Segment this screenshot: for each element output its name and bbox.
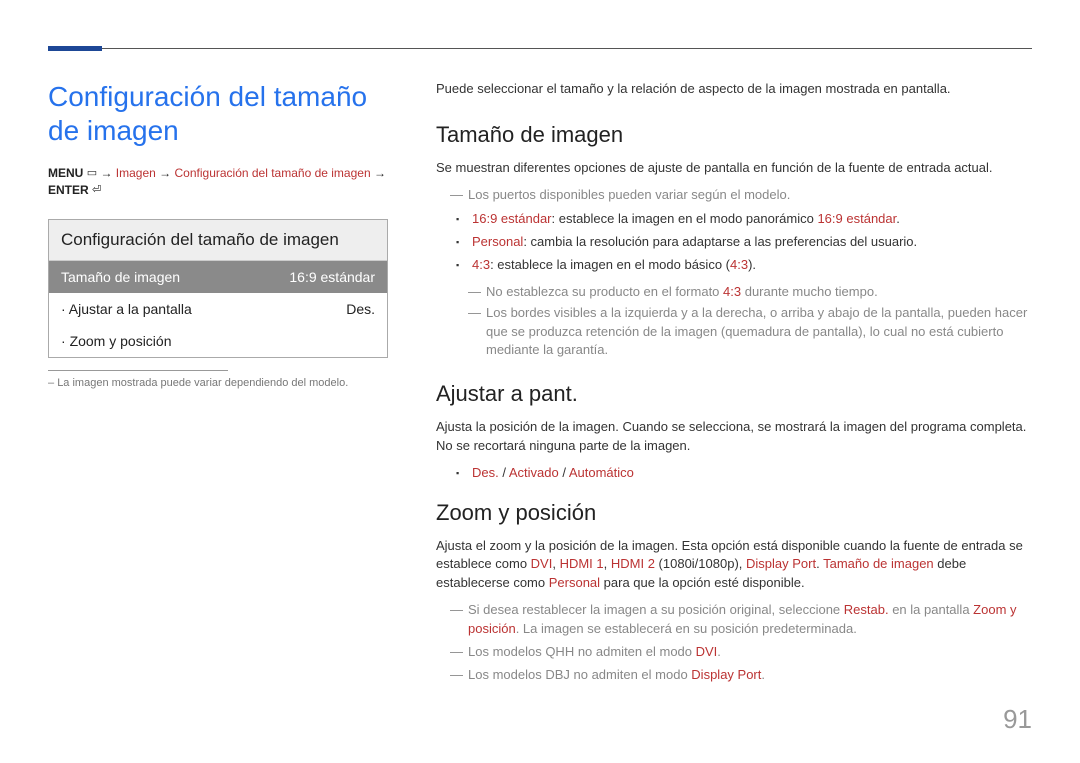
panel-row-tamano[interactable]: Tamaño de imagen 16:9 estándar — [49, 261, 387, 293]
txt: durante mucho tiempo. — [741, 284, 878, 299]
panel-row-zoom[interactable]: Zoom y posición — [49, 325, 387, 357]
kw-dvi: DVI — [531, 556, 553, 571]
kw-des: Des. — [472, 465, 499, 480]
txt: . La imagen se establecerá en su posició… — [516, 621, 857, 636]
panel-row-value: 16:9 estándar — [289, 269, 375, 285]
arrow-icon: → — [159, 166, 174, 180]
panel-row-value: Des. — [346, 301, 375, 317]
txt: en la pantalla — [889, 602, 974, 617]
section3-para: Ajusta el zoom y la posición de la image… — [436, 537, 1032, 594]
txt: : cambia la resolución para adaptarse a … — [523, 234, 917, 249]
kw-automatico: Automático — [569, 465, 634, 480]
heading-ajustar: Ajustar a pant. — [436, 378, 1032, 410]
kw-restab: Restab. — [844, 602, 889, 617]
right-column: Puede seleccionar el tamaño y la relació… — [436, 80, 1032, 689]
osd-panel: Configuración del tamaño de imagen Tamañ… — [48, 219, 388, 358]
section1-subnote2: Los bordes visibles a la izquierda y a l… — [472, 304, 1032, 361]
section3-note1: Si desea restablecer la imagen a su posi… — [454, 601, 1032, 639]
bullet-4-3: 4:3: establece la imagen en el modo bási… — [456, 256, 1032, 275]
top-rule — [48, 48, 1032, 52]
page-title: Conﬁguración del tamaño de imagen — [48, 80, 388, 147]
bullet-personal: Personal: cambia la resolución para adap… — [456, 233, 1032, 252]
footnote-rule — [48, 370, 228, 371]
kw-hdmi2: HDMI 2 — [611, 556, 655, 571]
arrow-icon: → — [100, 166, 115, 180]
breadcrumb: MENU ▭ → Imagen → Configuración del tama… — [48, 165, 388, 199]
arrow-icon: → — [374, 166, 386, 180]
kw-4-3: 4:3 — [472, 257, 490, 272]
kw-4-3b: 4:3 — [730, 257, 748, 272]
txt: (1080i/1080p), — [655, 556, 746, 571]
bc-imagen: Imagen — [116, 166, 156, 180]
kw-16-9: 16:9 estándar — [472, 211, 552, 226]
panel-row-ajustar[interactable]: Ajustar a la pantalla Des. — [49, 293, 387, 325]
kw-hdmi1: HDMI 1 — [560, 556, 604, 571]
txt: Los modelos QHH no admiten el modo — [468, 644, 696, 659]
menu-icon: ▭ — [87, 166, 97, 181]
panel-row-label: Tamaño de imagen — [61, 269, 180, 285]
kw-16-9b: 16:9 estándar — [817, 211, 896, 226]
section3-note2: Los modelos QHH no admiten el modo DVI. — [454, 643, 1032, 662]
txt: No establezca su producto en el formato — [486, 284, 723, 299]
section2-bullets: Des. / Activado / Automático — [456, 464, 1032, 483]
kw-dvi2: DVI — [696, 644, 718, 659]
bc-menu: MENU — [48, 166, 83, 180]
txt: Los modelos DBJ no admiten el modo — [468, 667, 691, 682]
footnote-text: La imagen mostrada puede variar dependie… — [57, 377, 348, 389]
intro-text: Puede seleccionar el tamaño y la relació… — [436, 80, 1032, 99]
section1-subnote1: No establezca su producto en el formato … — [472, 283, 1032, 302]
page-number: 91 — [1003, 704, 1032, 735]
section3-note3: Los modelos DBJ no admiten el modo Displ… — [454, 666, 1032, 685]
section1-bullets: 16:9 estándar: establece la imagen en el… — [456, 210, 1032, 275]
bc-enter: ENTER — [48, 183, 89, 197]
footnote: – La imagen mostrada puede variar depend… — [48, 377, 388, 389]
kw-displayport: Display Port — [746, 556, 816, 571]
panel-title: Configuración del tamaño de imagen — [49, 220, 387, 261]
enter-icon: ⏎ — [92, 183, 101, 198]
heading-zoom: Zoom y posición — [436, 497, 1032, 529]
section1-para: Se muestran diferentes opciones de ajust… — [436, 159, 1032, 178]
txt: Si desea restablecer la imagen a su posi… — [468, 602, 844, 617]
kw-activado: Activado — [509, 465, 559, 480]
section2-para: Ajusta la posición de la imagen. Cuando … — [436, 418, 1032, 456]
kw-personal2: Personal — [549, 575, 600, 590]
page-columns: Conﬁguración del tamaño de imagen MENU ▭… — [48, 80, 1032, 689]
heading-tamano: Tamaño de imagen — [436, 119, 1032, 151]
txt: para que la opción esté disponible. — [600, 575, 805, 590]
txt: : establece la imagen en el modo básico … — [490, 257, 730, 272]
panel-row-label: Ajustar a la pantalla — [61, 301, 192, 317]
kw-displayport2: Display Port — [691, 667, 761, 682]
bc-config: Configuración del tamaño de imagen — [175, 166, 371, 180]
kw-tamano-imagen: Tamaño de imagen — [823, 556, 934, 571]
section1-note1: Los puertos disponibles pueden variar se… — [454, 186, 1032, 205]
bullet-16-9: 16:9 estándar: establece la imagen en el… — [456, 210, 1032, 229]
panel-row-label: Zoom y posición — [61, 333, 172, 349]
left-column: Conﬁguración del tamaño de imagen MENU ▭… — [48, 80, 388, 689]
txt: : establece la imagen en el modo panorám… — [552, 211, 818, 226]
txt: Los bordes visibles a la izquierda y a l… — [486, 305, 1027, 358]
txt: ). — [748, 257, 756, 272]
bullet-options: Des. / Activado / Automático — [456, 464, 1032, 483]
kw-personal: Personal — [472, 234, 523, 249]
kw-4-3c: 4:3 — [723, 284, 741, 299]
